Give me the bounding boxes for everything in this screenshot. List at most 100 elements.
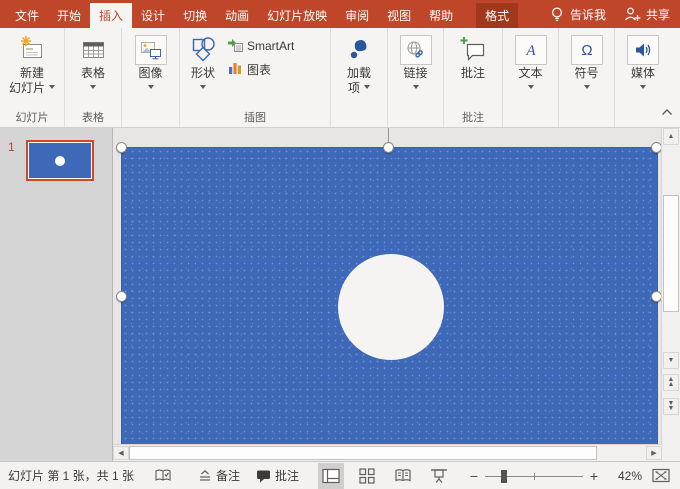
smartart-label: SmartArt [247, 39, 294, 53]
tab-home[interactable]: 开始 [48, 3, 90, 28]
tab-insert[interactable]: 插入 [90, 3, 132, 28]
tab-design[interactable]: 设计 [132, 3, 174, 28]
slide-circle-shape[interactable] [338, 254, 444, 360]
zoom-percentage[interactable]: 42% [608, 469, 642, 483]
resize-handle-top-center[interactable] [383, 142, 394, 153]
scroll-left-button[interactable]: ◀ [113, 446, 129, 460]
status-bar: 幻灯片 第 1 张，共 1 张 备注 批注 [0, 461, 680, 489]
slide-thumbnail-1[interactable] [26, 140, 94, 181]
dropdown-arrow-icon [584, 85, 590, 92]
horizontal-scrollbar-thumb[interactable] [129, 446, 597, 460]
collapse-ribbon-button[interactable] [661, 103, 673, 121]
lightbulb-icon [549, 6, 565, 22]
table-label: 表格 [81, 66, 105, 80]
zoom-slider[interactable] [485, 469, 583, 483]
dropdown-arrow-icon [640, 85, 646, 92]
ribbon: 新建 幻灯片 幻灯片 表格 [0, 28, 680, 128]
shapes-button[interactable]: 形状 [184, 32, 222, 94]
chart-label: 图表 [247, 61, 271, 78]
link-icon [400, 35, 432, 65]
table-button[interactable]: 表格 [75, 32, 111, 94]
ribbon-group-tables: 表格 表格 [65, 28, 122, 127]
slide-editing-area: ▲ ▼ ▲▲ ▼▼ ◀ ▶ [113, 128, 680, 461]
scroll-up-button[interactable]: ▲ [663, 128, 679, 145]
zoom-out-button[interactable]: − [466, 468, 482, 484]
thumbnail-circle-shape [55, 156, 65, 166]
link-button[interactable]: 链接 [397, 32, 435, 94]
omega-icon: Ω [571, 35, 603, 65]
vertical-scrollbar[interactable]: ▲ ▼ ▲▲ ▼▼ [661, 128, 680, 445]
slide-thumbnail-panel: 1 [0, 128, 113, 461]
new-slide-button[interactable]: 新建 幻灯片 [6, 32, 58, 98]
tab-file-label: 文件 [15, 7, 39, 24]
addins-label-line1: 加载 [347, 66, 371, 80]
slide-sorter-view-button[interactable] [354, 463, 380, 489]
comments-toggle-button[interactable]: 批注 [256, 467, 299, 484]
ribbon-group-text: A 文本 [503, 28, 559, 127]
dropdown-arrow-icon [49, 85, 55, 92]
dropdown-arrow-icon [90, 85, 96, 92]
scroll-right-button[interactable]: ▶ [646, 446, 662, 460]
tab-review[interactable]: 审阅 [336, 3, 378, 28]
tab-format-label: 格式 [485, 7, 509, 24]
tab-transitions[interactable]: 切换 [174, 3, 216, 28]
horizontal-scrollbar[interactable]: ◀ ▶ [113, 444, 662, 461]
dropdown-arrow-icon [364, 85, 370, 92]
scroll-down-button[interactable]: ▼ [663, 352, 679, 369]
vertical-scrollbar-thumb[interactable] [663, 195, 679, 312]
fit-slide-to-window-button[interactable] [650, 463, 672, 489]
group-label-comments: 批注 [444, 109, 502, 127]
previous-slide-button[interactable]: ▲▲ [663, 374, 679, 391]
slideshow-view-button[interactable] [426, 463, 452, 489]
new-comment-button[interactable]: 批注 [455, 32, 491, 83]
notes-toggle-button[interactable]: 备注 [198, 467, 240, 484]
zoom-slider-thumb[interactable] [501, 470, 507, 483]
smartart-button[interactable]: SmartArt [224, 36, 297, 56]
tab-format-contextual[interactable]: 格式 [476, 3, 518, 28]
selected-slide-shape[interactable] [121, 147, 658, 446]
scroll-right-icon: ▶ [651, 449, 656, 457]
media-button[interactable]: 媒体 [624, 32, 662, 94]
zoom-in-button[interactable]: + [586, 468, 602, 484]
group-label-slides: 幻灯片 [0, 109, 64, 127]
fit-to-window-icon [652, 468, 670, 483]
tab-insert-label: 插入 [99, 7, 123, 24]
images-button[interactable]: 图像 [132, 32, 170, 94]
tab-view[interactable]: 视图 [378, 3, 420, 28]
table-icon [78, 34, 108, 66]
svg-text:A: A [525, 43, 536, 59]
chart-button[interactable]: 图表 [224, 59, 274, 79]
reading-view-button[interactable] [390, 463, 416, 489]
text-button[interactable]: A 文本 [512, 32, 550, 94]
addins-icon [344, 34, 374, 66]
dropdown-arrow-icon [200, 85, 206, 92]
tab-slideshow[interactable]: 幻灯片放映 [258, 3, 336, 28]
media-label: 媒体 [631, 66, 655, 80]
shapes-label: 形状 [191, 66, 215, 80]
new-comment-label: 批注 [461, 66, 485, 80]
resize-handle-top-left[interactable] [116, 142, 127, 153]
symbol-button[interactable]: Ω 符号 [568, 32, 606, 94]
accessibility-check-button[interactable] [154, 468, 172, 483]
tab-animations[interactable]: 动画 [216, 3, 258, 28]
double-down-arrow-icon: ▼▼ [668, 402, 675, 411]
slide-position-indicator: 幻灯片 第 1 张，共 1 张 [8, 467, 134, 484]
slideshow-icon [430, 468, 448, 484]
ribbon-group-links: 链接 [388, 28, 444, 127]
ribbon-group-addins: 加载 项 [331, 28, 388, 127]
tell-me-button[interactable]: 告诉我 [549, 6, 606, 23]
symbol-label: 符号 [574, 66, 598, 80]
workspace: 1 ▲ ▼ ▲▲ ▼▼ [0, 128, 680, 461]
tab-file[interactable]: 文件 [6, 3, 48, 28]
next-slide-button[interactable]: ▼▼ [663, 398, 679, 415]
normal-view-button[interactable] [318, 463, 344, 489]
group-label-illustrations: 插图 [180, 109, 330, 127]
ribbon-group-symbols: Ω 符号 [559, 28, 615, 127]
tab-help[interactable]: 帮助 [420, 3, 462, 28]
share-button[interactable]: 共享 [624, 6, 670, 23]
zoom-slider-center-tick [534, 473, 535, 480]
addins-button[interactable]: 加载 项 [341, 32, 377, 98]
resize-handle-middle-left[interactable] [116, 291, 127, 302]
comment-plus-icon [458, 34, 488, 66]
smartart-icon [227, 37, 243, 56]
